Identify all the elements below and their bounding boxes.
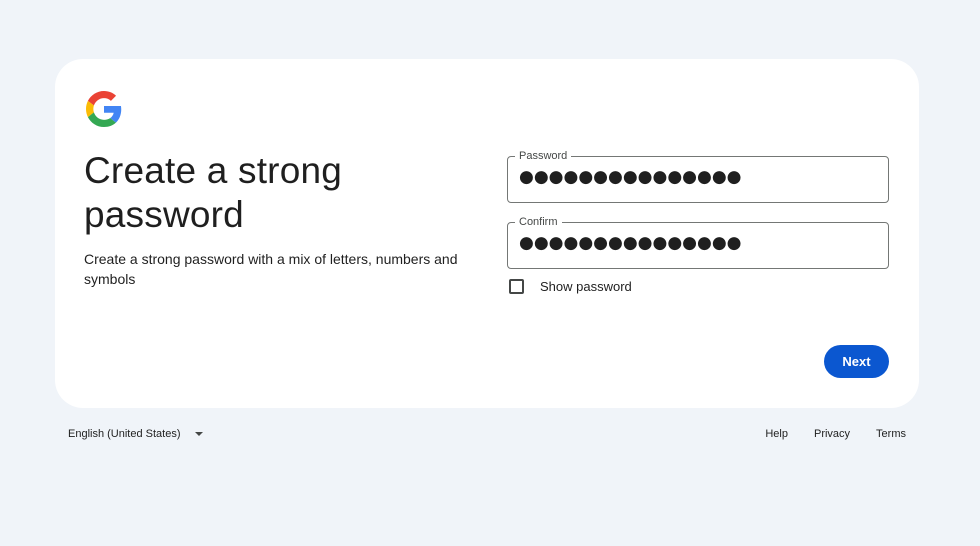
show-password-row[interactable]: Show password — [509, 278, 632, 294]
page-title: Create a strong password — [84, 150, 343, 235]
password-input[interactable]: ●●●●●●●●●●●●●●● — [519, 167, 869, 192]
password-field[interactable]: Password ●●●●●●●●●●●●●●● — [507, 149, 889, 203]
privacy-link[interactable]: Privacy — [814, 428, 850, 440]
password-label: Password — [515, 149, 572, 163]
language-label: English (United States) — [68, 428, 181, 440]
confirm-input[interactable]: ●●●●●●●●●●●●●●● — [519, 233, 869, 258]
show-password-checkbox[interactable] — [509, 278, 524, 294]
chevron-down-icon — [194, 432, 203, 436]
footer-links: Help Privacy Terms — [739, 428, 906, 440]
confirm-field[interactable]: Confirm ●●●●●●●●●●●●●●● — [507, 215, 889, 269]
show-password-label[interactable]: Show password — [540, 279, 632, 294]
language-selector[interactable]: English (United States) — [68, 428, 203, 440]
next-button[interactable]: Next — [824, 345, 889, 378]
page-subtitle: Create a strong password with a mix of l… — [84, 251, 458, 287]
confirm-label: Confirm — [515, 215, 562, 229]
help-link[interactable]: Help — [765, 428, 788, 440]
signup-card: Create a strong password Create a strong… — [55, 59, 919, 408]
terms-link[interactable]: Terms — [876, 428, 906, 440]
google-g-icon — [86, 91, 122, 127]
